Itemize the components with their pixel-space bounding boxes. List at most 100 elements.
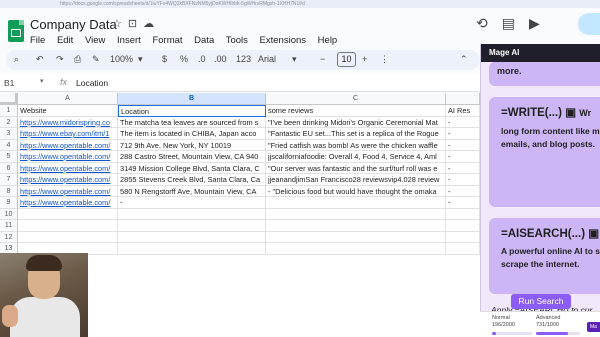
cell-ai-result[interactable]: - <box>446 174 480 186</box>
cell-location[interactable] <box>118 231 266 243</box>
row-header[interactable]: 10 <box>0 208 18 220</box>
cell-location[interactable]: - <box>118 197 266 209</box>
move-icon[interactable]: ⊡ <box>128 18 143 30</box>
cell-location[interactable]: 3149 Mission College Blvd, Santa Clara, … <box>118 162 266 174</box>
font-select[interactable]: Arial <box>258 54 276 64</box>
cell-ai-result[interactable]: AI Res <box>446 105 480 117</box>
column-header-b[interactable]: B <box>118 93 266 105</box>
plan-badge[interactable]: Ma <box>587 322 600 332</box>
cell-location[interactable]: The matcha tea leaves are sourced from s <box>118 116 266 128</box>
cell-reviews[interactable] <box>266 231 446 243</box>
star-icon[interactable]: ☆ <box>112 18 128 30</box>
cell-reviews[interactable] <box>266 220 446 232</box>
name-box[interactable]: B1 <box>4 78 14 88</box>
number-format-button[interactable]: 123 <box>236 54 251 64</box>
cell-ai-result[interactable]: - <box>446 128 480 140</box>
cloud-icon[interactable]: ☁ <box>143 18 160 30</box>
font-size-increase-icon[interactable]: + <box>362 54 367 64</box>
cell-ai-result[interactable]: - <box>446 139 480 151</box>
run-search-button[interactable]: Run Search <box>511 294 571 309</box>
menu-format[interactable]: Format <box>152 35 182 46</box>
print-icon[interactable]: ⎙ <box>74 54 81 65</box>
font-size-input[interactable]: 10 <box>337 52 356 67</box>
redo-icon[interactable]: ↷ <box>56 54 64 65</box>
row-header[interactable]: 12 <box>0 231 18 243</box>
cell-location[interactable]: 712 9th Ave, New York, NY 10019 <box>118 139 266 151</box>
cell-website[interactable]: https://www.opentable.com/ <box>18 185 118 197</box>
cell-website[interactable]: https://www.opentable.com/ <box>18 162 118 174</box>
menu-extensions[interactable]: Extensions <box>260 35 306 46</box>
undo-icon[interactable]: ↶ <box>36 54 44 65</box>
cell-location[interactable] <box>118 243 266 255</box>
cell-website[interactable] <box>18 231 118 243</box>
cell-website[interactable]: Website <box>18 105 118 117</box>
cell-reviews[interactable]: - "Delicious food but would have thought… <box>266 185 446 197</box>
menu-insert[interactable]: Insert <box>117 35 141 46</box>
menu-data[interactable]: Data <box>194 35 214 46</box>
cell-ai-result[interactable] <box>446 243 480 255</box>
column-header-c[interactable]: C <box>266 93 446 105</box>
cell-location[interactable]: Location <box>118 105 266 117</box>
percent-button[interactable]: % <box>180 54 188 64</box>
doc-title[interactable]: Company Data <box>30 17 117 32</box>
paint-format-icon[interactable]: ✎ <box>92 54 100 65</box>
name-box-chevron-icon[interactable]: ▾ <box>40 77 44 85</box>
row-header[interactable]: 6 <box>0 162 18 174</box>
menu-help[interactable]: Help <box>318 35 338 46</box>
cell-website[interactable] <box>18 220 118 232</box>
cell-ai-result[interactable]: - <box>446 197 480 209</box>
row-header[interactable]: 8 <box>0 185 18 197</box>
cell-reviews[interactable]: some reviews <box>266 105 446 117</box>
zoom-select[interactable]: 100% <box>110 54 133 64</box>
cell-ai-result[interactable] <box>446 208 480 220</box>
cell-reviews[interactable] <box>266 243 446 255</box>
cell-reviews[interactable]: jjscaliforniafoodie: Overall 4, Food 4, … <box>266 151 446 163</box>
row-header[interactable]: 9 <box>0 197 18 209</box>
currency-button[interactable]: $ <box>162 54 167 64</box>
row-header[interactable]: 11 <box>0 220 18 232</box>
cell-ai-result[interactable]: - <box>446 162 480 174</box>
collapse-toolbar-icon[interactable]: ⌃ <box>460 54 468 65</box>
cell-location[interactable]: 2855 Stevens Creek Blvd, Santa Clara, Ca <box>118 174 266 186</box>
history-icon[interactable]: ⟲ <box>476 15 488 32</box>
row-header[interactable]: 7 <box>0 174 18 186</box>
select-all-corner[interactable] <box>0 93 18 105</box>
menu-edit[interactable]: Edit <box>57 35 73 46</box>
cell-reviews[interactable] <box>266 197 446 209</box>
row-header[interactable]: 3 <box>0 128 18 140</box>
meet-icon[interactable]: ▶ <box>529 15 540 32</box>
comment-icon[interactable]: ▤ <box>502 15 515 32</box>
decrease-decimal-button[interactable]: .0 <box>198 54 206 64</box>
cell-location[interactable] <box>118 208 266 220</box>
cell-ai-result[interactable] <box>446 231 480 243</box>
cell-website[interactable]: https://www.opentable.com/ <box>18 151 118 163</box>
cell-reviews[interactable]: "Our server was fantastic and the surf/t… <box>266 162 446 174</box>
cell-website[interactable] <box>18 208 118 220</box>
cell-website[interactable]: https://www.midorispring.co <box>18 116 118 128</box>
cell-ai-result[interactable]: - <box>446 151 480 163</box>
row-header[interactable]: 4 <box>0 139 18 151</box>
cell-reviews[interactable]: jjeanandjimSan Francisco28 reviewsvip4.0… <box>266 174 446 186</box>
cell-location[interactable]: 580 N Rengstorff Ave, Mountain View, CA <box>118 185 266 197</box>
cell-website[interactable]: https://www.opentable.com/ <box>18 174 118 186</box>
formula-input[interactable]: Location <box>76 78 108 88</box>
cell-reviews[interactable] <box>266 208 446 220</box>
column-header-d[interactable] <box>446 93 480 105</box>
row-header[interactable]: 5 <box>0 151 18 163</box>
menu-tools[interactable]: Tools <box>226 35 248 46</box>
cell-reviews[interactable]: "Fantastic EU set...This set is a replic… <box>266 128 446 140</box>
menu-file[interactable]: File <box>30 35 45 46</box>
cell-location[interactable]: 288 Castro Street, Mountain View, CA 940 <box>118 151 266 163</box>
increase-decimal-button[interactable]: .00 <box>214 54 227 64</box>
cell-ai-result[interactable]: - <box>446 185 480 197</box>
font-size-decrease-icon[interactable]: − <box>320 54 325 64</box>
cell-website[interactable]: https://www.opentable.com/ <box>18 197 118 209</box>
cell-website[interactable]: https://www.opentable.com/ <box>18 139 118 151</box>
row-header[interactable]: 2 <box>0 116 18 128</box>
cell-location[interactable]: The item is located in CHIBA, Japan acco <box>118 128 266 140</box>
font-chevron-icon[interactable]: ▾ <box>292 54 297 65</box>
more-options-icon[interactable]: ⋮ <box>380 54 389 65</box>
column-header-a[interactable]: A <box>18 93 118 105</box>
sheets-logo-icon[interactable] <box>8 20 24 42</box>
cell-location[interactable] <box>118 220 266 232</box>
